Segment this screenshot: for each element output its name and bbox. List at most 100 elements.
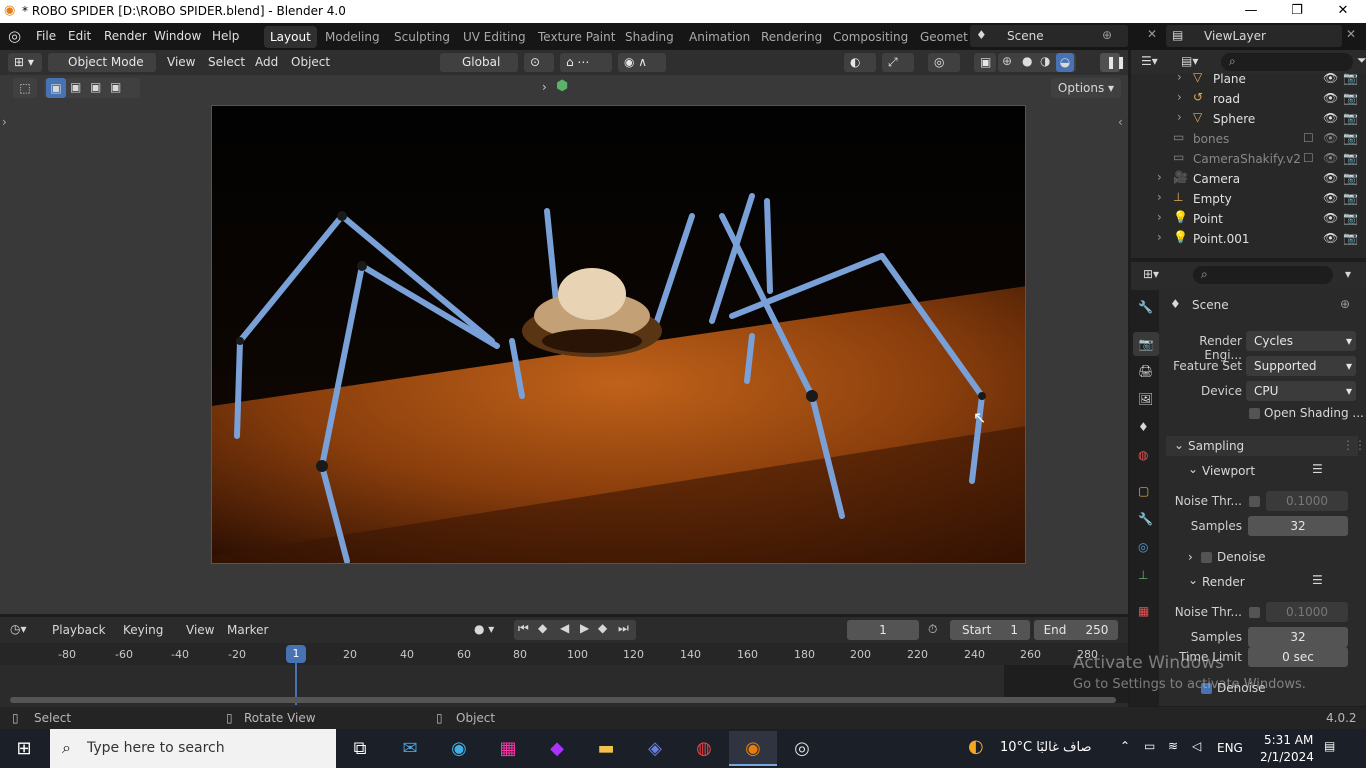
visibility-eye-icon[interactable]: 👁 xyxy=(1323,171,1338,185)
taskbar-search-box[interactable]: ⌕ Type here to search xyxy=(50,729,336,768)
viewlayer-selector[interactable]: ▤ ViewLayer xyxy=(1166,25,1342,47)
properties-search-input[interactable]: ⌕ xyxy=(1193,266,1333,284)
language-indicator[interactable]: ENG xyxy=(1217,741,1243,755)
object-data-tab-icon[interactable]: ⊥ xyxy=(1138,568,1148,582)
output-tab-icon[interactable]: 🖨 xyxy=(1138,364,1153,378)
menu-render[interactable]: Render xyxy=(104,29,147,43)
viewport-denoise-checkbox[interactable] xyxy=(1201,552,1212,563)
drag-handle-icon[interactable]: ⋮⋮ xyxy=(1342,438,1366,452)
time-limit-field[interactable]: 0 sec xyxy=(1248,647,1348,667)
add-menu[interactable]: Add xyxy=(255,55,278,69)
close-viewlayer-icon[interactable]: ✕ xyxy=(1346,27,1356,41)
select-extend-icon[interactable]: ▣ xyxy=(70,80,81,94)
texture-tab-icon[interactable]: ▦ xyxy=(1138,604,1149,618)
render-tab-icon[interactable]: 📷 xyxy=(1133,332,1159,356)
visibility-eye-icon[interactable]: 👁 xyxy=(1323,71,1338,85)
preset-list-icon[interactable]: ☰ xyxy=(1312,573,1323,587)
view-menu[interactable]: View xyxy=(167,55,195,69)
outliner-row[interactable]: ▭ CameraShakify.v2 ☐ 👁 📷 xyxy=(1131,150,1366,170)
outliner-editor-icon[interactable]: ☰▾ xyxy=(1141,54,1158,68)
playback-menu[interactable]: Playback xyxy=(52,623,106,637)
maximize-button[interactable]: ❐ xyxy=(1274,0,1320,23)
open-shading-checkbox[interactable] xyxy=(1249,408,1260,419)
options-button[interactable]: Options ▾ xyxy=(1051,78,1121,98)
wireframe-shading-icon[interactable]: ⊕ xyxy=(1002,54,1012,68)
editor-type-button[interactable]: ⊞ ▾ xyxy=(8,53,42,72)
proportional-edit-icon[interactable]: ◉ ∧ xyxy=(618,53,666,72)
properties-options-icon[interactable]: ▾ xyxy=(1345,267,1351,281)
tool-tab-icon[interactable]: 🔧 xyxy=(1138,300,1153,314)
wifi-icon[interactable]: ≋ xyxy=(1168,739,1178,753)
select-mode-buttons[interactable]: ▣ ▣ ▣ ▣ xyxy=(44,78,140,98)
material-shading-icon[interactable]: ◑ xyxy=(1040,54,1050,68)
menu-help[interactable]: Help xyxy=(212,29,239,43)
tab-uv-editing[interactable]: UV Editing xyxy=(457,26,532,48)
menu-file[interactable]: File xyxy=(36,29,56,43)
filter-icon[interactable]: ⏷ xyxy=(1357,53,1366,68)
timeline-ruler[interactable] xyxy=(0,643,1128,665)
jump-end-icon[interactable]: ⏭ xyxy=(618,621,629,636)
edge-icon[interactable]: ◉ xyxy=(435,731,483,766)
exclude-checkbox[interactable]: ☐ xyxy=(1303,131,1314,145)
visibility-eye-icon[interactable]: 👁 xyxy=(1323,151,1338,165)
tab-geometry[interactable]: Geomet xyxy=(914,26,974,48)
select-menu[interactable]: Select xyxy=(208,55,245,69)
current-frame-field[interactable]: 1 xyxy=(847,620,919,640)
physics-tab-icon[interactable]: ◎ xyxy=(1138,540,1148,554)
obs-icon[interactable]: ◎ xyxy=(778,731,826,766)
play-icon[interactable]: ▶ xyxy=(580,621,589,635)
render-camera-icon[interactable]: 📷 xyxy=(1343,231,1358,245)
snap-icon[interactable]: ⌂ ⋯ xyxy=(560,53,612,72)
next-keyframe-icon[interactable]: ◆ xyxy=(598,621,607,635)
noise-threshold-checkbox[interactable] xyxy=(1249,607,1260,618)
gizmo-icon[interactable]: ⤢ xyxy=(882,53,914,72)
render-camera-icon[interactable]: 📷 xyxy=(1343,71,1358,85)
render-camera-icon[interactable]: 📷 xyxy=(1343,111,1358,125)
render-camera-icon[interactable]: 📷 xyxy=(1343,211,1358,225)
noise-threshold-checkbox[interactable] xyxy=(1249,496,1260,507)
keying-menu[interactable]: Keying xyxy=(123,623,163,637)
render-engine-dropdown[interactable]: Cycles ▾ xyxy=(1246,331,1356,351)
expand-arrow-icon[interactable]: › xyxy=(1177,110,1182,124)
timeline-view-menu[interactable]: View xyxy=(186,623,214,637)
visibility-eye-icon[interactable]: 👁 xyxy=(1323,91,1338,105)
collapse-arrow-icon[interactable]: ⌄ xyxy=(1188,573,1198,587)
timeline-editor-icon[interactable]: ◷▾ xyxy=(10,622,27,636)
expand-arrow-icon[interactable]: › xyxy=(1177,70,1182,84)
blender-taskbar-icon[interactable]: ◉ xyxy=(729,731,777,766)
marker-menu[interactable]: Marker xyxy=(227,623,268,637)
mode-dropdown[interactable]: Object Mode xyxy=(48,53,156,72)
menu-window[interactable]: Window xyxy=(154,29,201,43)
file-explorer-icon[interactable]: ▬ xyxy=(582,731,630,766)
start-frame-field[interactable]: Start 1 xyxy=(950,620,1030,640)
outliner-row[interactable]: › 💡 Point.001 👁 📷 xyxy=(1131,230,1366,250)
auto-keying-icon[interactable]: ● ▾ xyxy=(474,622,494,636)
expand-arrow-icon[interactable]: › xyxy=(1157,230,1162,244)
scene-selector[interactable]: ♦ Scene ⊕ xyxy=(970,25,1128,47)
outliner-row[interactable]: ▭ bones ☐ 👁 📷 xyxy=(1131,130,1366,150)
tab-shading[interactable]: Shading xyxy=(619,26,680,48)
outliner-row[interactable]: › ▽ Sphere 👁 📷 xyxy=(1131,110,1366,130)
tab-modeling[interactable]: Modeling xyxy=(319,26,386,48)
outliner-row[interactable]: › ▽ Plane 👁 📷 xyxy=(1131,70,1366,90)
solid-shading-icon[interactable]: ● xyxy=(1022,54,1032,68)
sidebar-toggle-icon[interactable]: ‹ xyxy=(1118,115,1123,129)
expand-arrow-icon[interactable]: › xyxy=(1157,190,1162,204)
outliner-search-input[interactable]: ⌕ xyxy=(1221,53,1353,71)
task-view-icon[interactable]: ⧉ xyxy=(336,731,384,766)
select-tool-icon[interactable]: ⬚ xyxy=(13,78,37,98)
device-dropdown[interactable]: CPU ▾ xyxy=(1246,381,1356,401)
xray-icon[interactable]: ▣ xyxy=(974,53,996,72)
object-menu[interactable]: Object xyxy=(291,55,330,69)
render-camera-icon[interactable]: 📷 xyxy=(1343,171,1358,185)
expand-arrow-icon[interactable]: › xyxy=(1177,90,1182,104)
expand-arrow-icon[interactable]: › xyxy=(1157,170,1162,184)
rendered-shading-icon[interactable]: ◒ xyxy=(1056,53,1074,72)
weather-text[interactable]: 10°C صاف غالبًا xyxy=(1000,740,1091,755)
expand-arrow-icon[interactable]: › xyxy=(1157,210,1162,224)
viewport-noise-threshold-field[interactable]: 0.1000 xyxy=(1266,491,1348,511)
visibility-eye-icon[interactable]: 👁 xyxy=(1323,211,1338,225)
tab-texture-paint[interactable]: Texture Paint xyxy=(532,26,621,48)
pin-icon[interactable]: ⊕ xyxy=(1102,28,1112,42)
volume-icon[interactable]: ◁ xyxy=(1192,739,1201,753)
